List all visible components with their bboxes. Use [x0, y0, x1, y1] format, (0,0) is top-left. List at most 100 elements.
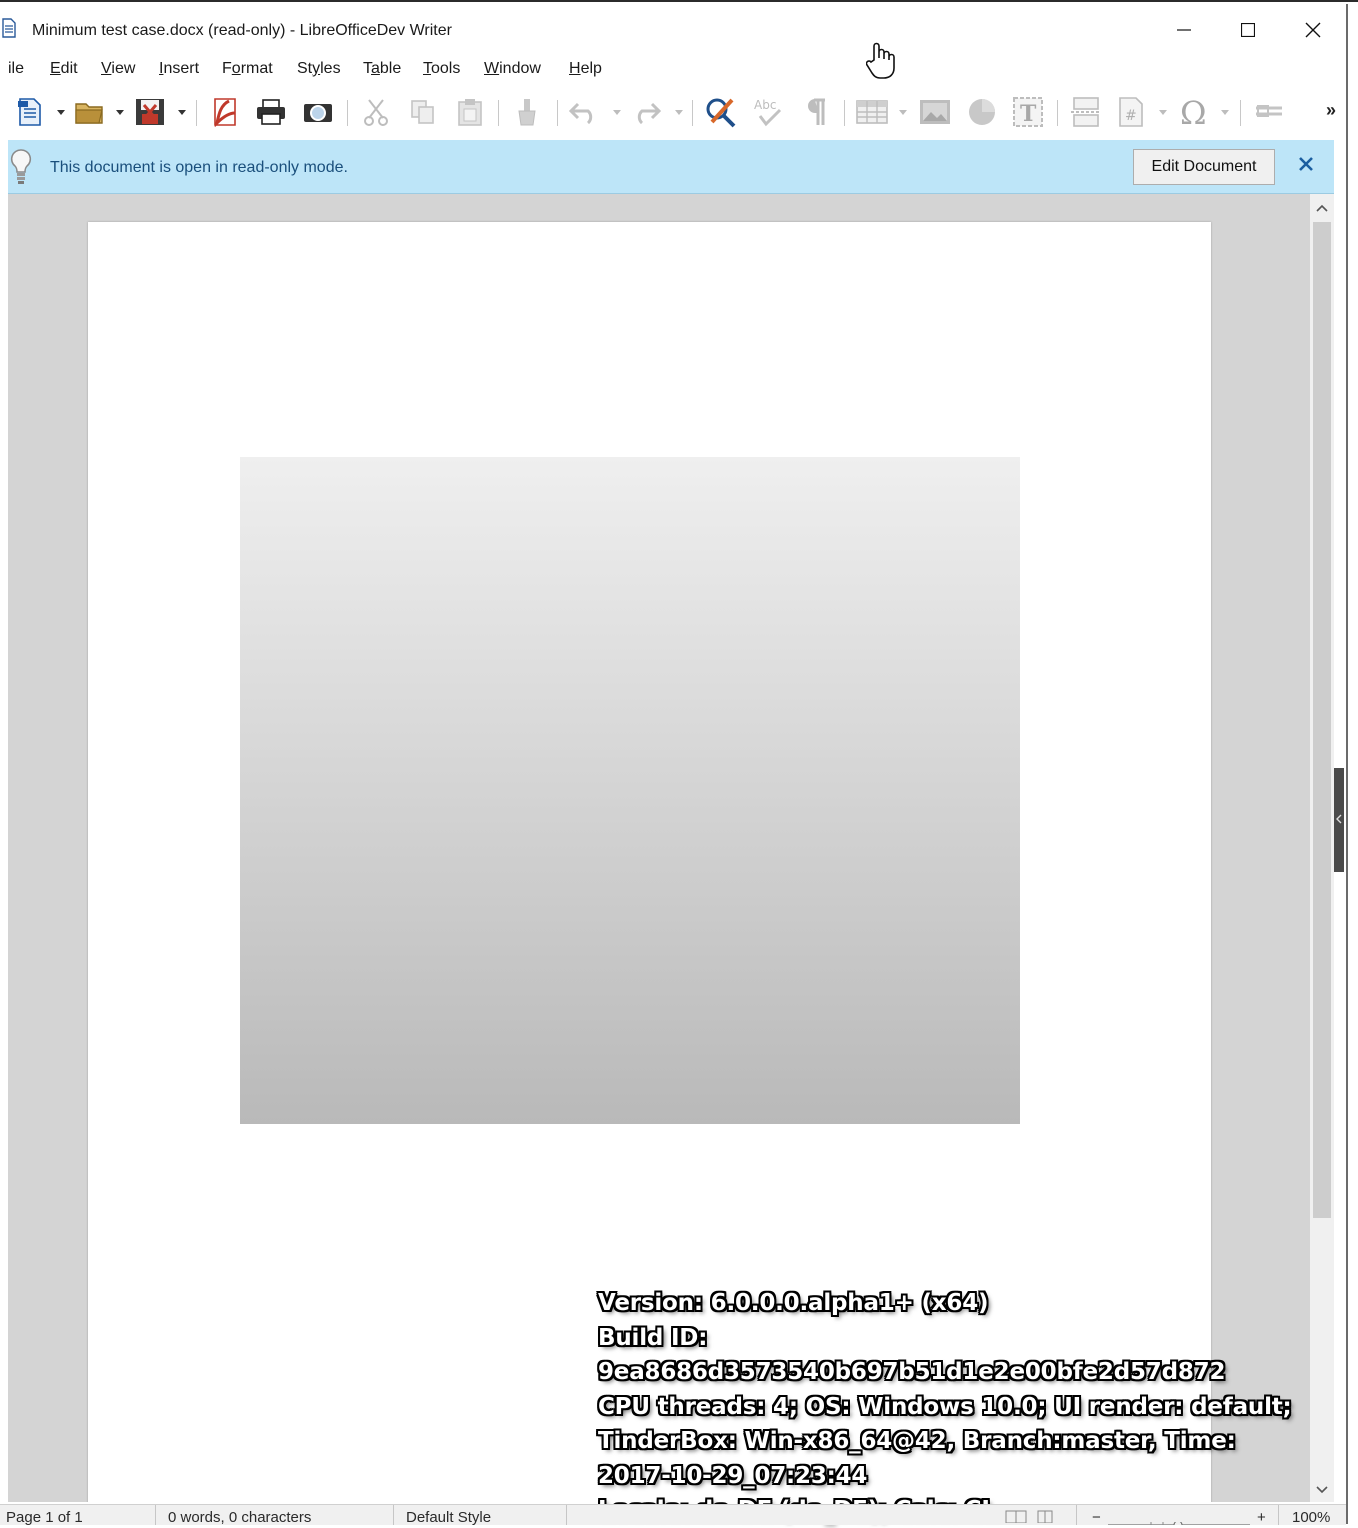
- cut-button[interactable]: [358, 94, 394, 130]
- zoom-in-button[interactable]: +: [1257, 1509, 1266, 1525]
- window-frame-edge: [1346, 4, 1348, 1524]
- toolbar-separator: [196, 100, 197, 126]
- insert-field-button[interactable]: #: [1113, 94, 1149, 130]
- menu-insert[interactable]: Insert: [159, 60, 199, 78]
- save-button[interactable]: [132, 94, 168, 130]
- copy-button[interactable]: [405, 94, 441, 130]
- minimize-icon: [1177, 23, 1191, 37]
- clone-formatting-button[interactable]: [509, 94, 545, 130]
- insert-image-button[interactable]: [917, 94, 953, 130]
- insert-table-button[interactable]: [854, 94, 890, 130]
- page-break-button[interactable]: [1068, 94, 1104, 130]
- toolbar-separator: [557, 100, 558, 126]
- insert-table-icon: [856, 100, 888, 124]
- clone-formatting-icon: [513, 97, 541, 127]
- build-id-value: 9ea8686d3573540b697b51d1e2e00bfe2d57d872: [598, 1359, 1226, 1385]
- find-replace-button[interactable]: [703, 94, 739, 130]
- print-button[interactable]: [253, 94, 289, 130]
- open-button[interactable]: [72, 94, 108, 130]
- maximize-icon: [1241, 23, 1255, 37]
- menu-window[interactable]: Window: [484, 60, 541, 78]
- export-pdf-button[interactable]: [207, 94, 243, 130]
- insert-textbox-button[interactable]: T: [1010, 94, 1046, 130]
- menu-format[interactable]: Format: [222, 60, 273, 78]
- scrollbar-thumb[interactable]: [1313, 222, 1331, 1218]
- page-style[interactable]: Default Style: [406, 1509, 491, 1525]
- paste-icon: [456, 97, 484, 127]
- word-count[interactable]: 0 words, 0 characters: [168, 1509, 311, 1525]
- menu-table[interactable]: Table: [363, 60, 401, 78]
- standard-toolbar: Abc T # Ω »: [0, 88, 1346, 136]
- undo-button[interactable]: [566, 94, 602, 130]
- toolbar-separator: [1057, 100, 1058, 126]
- insert-chart-button[interactable]: [964, 94, 1000, 130]
- menu-help[interactable]: Help: [569, 60, 602, 78]
- window-title: Minimum test case.docx (read-only) - Lib…: [32, 22, 452, 39]
- status-separator: [155, 1505, 156, 1525]
- copy-icon: [409, 98, 437, 126]
- view-layout-icon[interactable]: [1004, 1509, 1056, 1525]
- toolbar-separator: [844, 100, 845, 126]
- zoom-out-button[interactable]: −: [1092, 1509, 1101, 1525]
- title-bar[interactable]: Minimum test case.docx (read-only) - Lib…: [0, 4, 1346, 50]
- infobar-message: This document is open in read-only mode.: [50, 159, 348, 176]
- menu-edit[interactable]: Edit: [50, 60, 78, 78]
- zoom-slider[interactable]: [1108, 1517, 1250, 1525]
- export-pdf-icon: [211, 97, 239, 127]
- menu-tools[interactable]: Tools: [423, 60, 460, 78]
- status-separator: [566, 1505, 567, 1525]
- redo-icon: [630, 100, 662, 124]
- edit-document-button[interactable]: Edit Document: [1133, 149, 1275, 185]
- svg-text:Ω: Ω: [1180, 96, 1207, 128]
- infobar-close-button[interactable]: [1295, 154, 1317, 178]
- new-document-dropdown[interactable]: [57, 110, 65, 115]
- open-dropdown[interactable]: [116, 110, 124, 115]
- minimize-button[interactable]: [1154, 10, 1214, 50]
- chevron-left-icon: [1336, 811, 1342, 829]
- scroll-down-button[interactable]: [1310, 1478, 1334, 1502]
- gradient-shape[interactable]: [240, 457, 1020, 1124]
- formatting-marks-button[interactable]: [798, 94, 834, 130]
- lightbulb-icon: [10, 148, 32, 188]
- toolbar-separator: [498, 100, 499, 126]
- undo-dropdown[interactable]: [613, 110, 621, 115]
- save-dropdown[interactable]: [178, 110, 186, 115]
- find-replace-icon: [704, 96, 738, 128]
- paste-button[interactable]: [452, 94, 488, 130]
- close-button[interactable]: [1283, 10, 1343, 50]
- svg-text:Abc: Abc: [754, 98, 776, 112]
- redo-dropdown[interactable]: [675, 110, 683, 115]
- close-icon: [1305, 22, 1321, 38]
- build-time-line: 2017-10-29_07:23:44: [598, 1462, 868, 1489]
- menu-file[interactable]: ile: [8, 60, 24, 78]
- insert-hyperlink-button[interactable]: [1251, 94, 1287, 130]
- special-character-dropdown[interactable]: [1221, 110, 1229, 115]
- sidebar-collapse-handle[interactable]: [1334, 768, 1344, 872]
- menu-view[interactable]: View: [101, 60, 135, 78]
- print-preview-icon: [302, 98, 334, 126]
- maximize-button[interactable]: [1218, 10, 1278, 50]
- zoom-level[interactable]: 100%: [1292, 1509, 1330, 1525]
- vertical-scrollbar[interactable]: [1310, 194, 1334, 1502]
- page-count[interactable]: Page 1 of 1: [6, 1509, 83, 1525]
- special-character-button[interactable]: Ω: [1176, 94, 1212, 130]
- insert-chart-icon: [967, 97, 997, 127]
- menu-styles[interactable]: Styles: [297, 60, 341, 78]
- menu-bar: ile Edit View Insert Format Styles Table…: [0, 54, 1346, 84]
- hand-cursor-icon: [865, 42, 896, 87]
- insert-field-dropdown[interactable]: [1159, 110, 1167, 115]
- chevron-down-icon: [1316, 1481, 1328, 1499]
- print-icon: [255, 98, 287, 126]
- toolbar-separator: [692, 100, 693, 126]
- undo-icon: [568, 100, 600, 124]
- scroll-up-button[interactable]: [1310, 196, 1334, 220]
- redo-button[interactable]: [628, 94, 664, 130]
- toolbar-overflow-button[interactable]: »: [1326, 100, 1336, 121]
- new-document-button[interactable]: [12, 94, 48, 130]
- close-icon: [1298, 156, 1314, 177]
- build-id-label: Build ID:: [598, 1324, 708, 1351]
- status-separator: [393, 1505, 394, 1525]
- print-preview-button[interactable]: [300, 94, 336, 130]
- insert-table-dropdown[interactable]: [899, 110, 907, 115]
- spelling-button[interactable]: Abc: [751, 94, 787, 130]
